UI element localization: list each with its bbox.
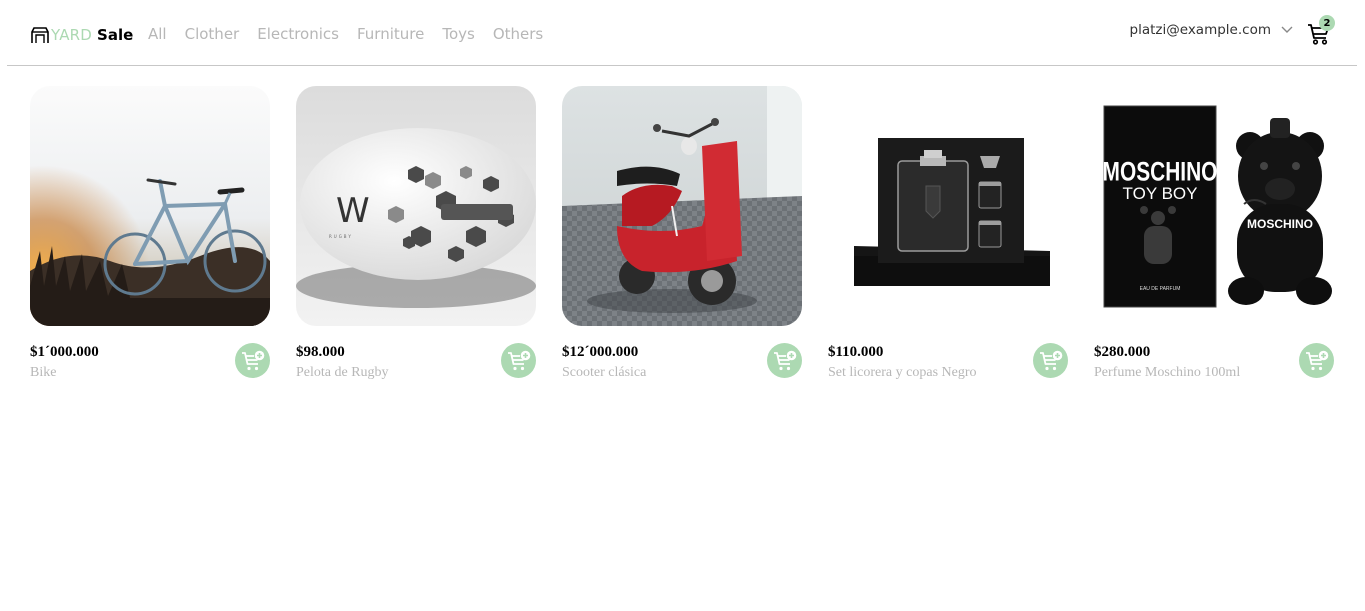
product-text: $12´000.000 Scooter clásica xyxy=(562,342,646,383)
svg-text:W: W xyxy=(336,191,370,231)
product-price: $1´000.000 xyxy=(30,344,99,360)
product-info: $110.000 Set licorera y copas Negro xyxy=(828,342,1068,383)
bicycle-at-sunset-photo[interactable] xyxy=(30,86,270,326)
product-price: $110.000 xyxy=(828,344,884,360)
product-name: Pelota de Rugby xyxy=(296,365,389,380)
product-info: $98.000 Pelota de Rugby xyxy=(296,342,536,383)
cart-count-badge: 2 xyxy=(1319,15,1335,31)
add-to-cart-button[interactable] xyxy=(501,343,536,378)
product-price: $98.000 xyxy=(296,344,345,360)
product-text: $110.000 Set licorera y copas Negro xyxy=(828,342,977,383)
product-card[interactable]: MOSCHINO TOY BOY EAU DE PARFUM MOSCHINO xyxy=(1094,86,1334,383)
red-scooter-photo[interactable] xyxy=(562,86,802,326)
nav-link-electronics[interactable]: Electronics xyxy=(257,25,339,43)
product-card[interactable]: $110.000 Set licorera y copas Negro xyxy=(828,86,1068,383)
product-name: Perfume Moschino 100ml xyxy=(1094,365,1241,380)
chevron-down-icon[interactable] xyxy=(1281,26,1293,34)
storefront-icon xyxy=(31,26,49,43)
add-to-cart-button[interactable] xyxy=(767,343,802,378)
nav-link-toys[interactable]: Toys xyxy=(442,25,474,43)
svg-text:MOSCHINO: MOSCHINO xyxy=(1103,157,1218,187)
svg-text:RUGBY: RUGBY xyxy=(329,234,353,239)
product-name: Scooter clásica xyxy=(562,365,647,380)
add-to-cart-button[interactable] xyxy=(235,343,270,378)
flask-gift-set-photo[interactable] xyxy=(828,86,1068,326)
product-name: Set licorera y copas Negro xyxy=(828,365,977,380)
product-text: $280.000 Perfume Moschino 100ml xyxy=(1094,342,1240,383)
product-info: $1´000.000 Bike xyxy=(30,342,270,383)
add-to-cart-button[interactable] xyxy=(1033,343,1068,378)
product-grid: $1´000.000 Bike W RUGBY $98.000 Pelota d… xyxy=(30,86,1334,383)
add-to-cart-icon xyxy=(773,350,796,370)
nav-link-all[interactable]: All xyxy=(148,25,167,43)
logo[interactable]: YARD Sale xyxy=(31,24,133,46)
rugby-ball-photo[interactable]: W RUGBY xyxy=(296,86,536,326)
svg-text:TOY BOY: TOY BOY xyxy=(1123,184,1198,203)
product-card[interactable]: W RUGBY $98.000 Pelota de Rugby xyxy=(296,86,536,383)
nav-link-clother[interactable]: Clother xyxy=(185,25,240,43)
nav-link-others[interactable]: Others xyxy=(493,25,543,43)
product-card[interactable]: $1´000.000 Bike xyxy=(30,86,270,383)
user-email[interactable]: platzi@example.com xyxy=(1130,22,1271,38)
product-price: $12´000.000 xyxy=(562,344,639,360)
shopping-cart-button[interactable]: 2 xyxy=(1307,15,1335,45)
logo-yard-text: YARD xyxy=(51,26,93,44)
add-to-cart-icon xyxy=(241,350,264,370)
logo-sale-text: Sale xyxy=(97,26,134,44)
product-name: Bike xyxy=(30,365,57,380)
product-card[interactable]: $12´000.000 Scooter clásica xyxy=(562,86,802,383)
svg-text:MOSCHINO: MOSCHINO xyxy=(1247,217,1313,231)
add-to-cart-button[interactable] xyxy=(1299,343,1334,378)
add-to-cart-icon xyxy=(1039,350,1062,370)
navbar: YARD Sale All Clother Electronics Furnit… xyxy=(7,0,1357,66)
product-price: $280.000 xyxy=(1094,344,1151,360)
product-text: $1´000.000 Bike xyxy=(30,342,99,383)
account-area: platzi@example.com 2 xyxy=(1130,15,1335,45)
product-text: $98.000 Pelota de Rugby xyxy=(296,342,389,383)
product-info: $280.000 Perfume Moschino 100ml xyxy=(1094,342,1334,383)
add-to-cart-icon xyxy=(507,350,530,370)
add-to-cart-icon xyxy=(1305,350,1328,370)
category-nav: All Clother Electronics Furniture Toys O… xyxy=(148,25,543,43)
nav-link-furniture[interactable]: Furniture xyxy=(357,25,424,43)
svg-text:EAU DE PARFUM: EAU DE PARFUM xyxy=(1140,286,1181,292)
product-info: $12´000.000 Scooter clásica xyxy=(562,342,802,383)
perfume-bottle-photo[interactable]: MOSCHINO TOY BOY EAU DE PARFUM MOSCHINO xyxy=(1094,86,1334,326)
